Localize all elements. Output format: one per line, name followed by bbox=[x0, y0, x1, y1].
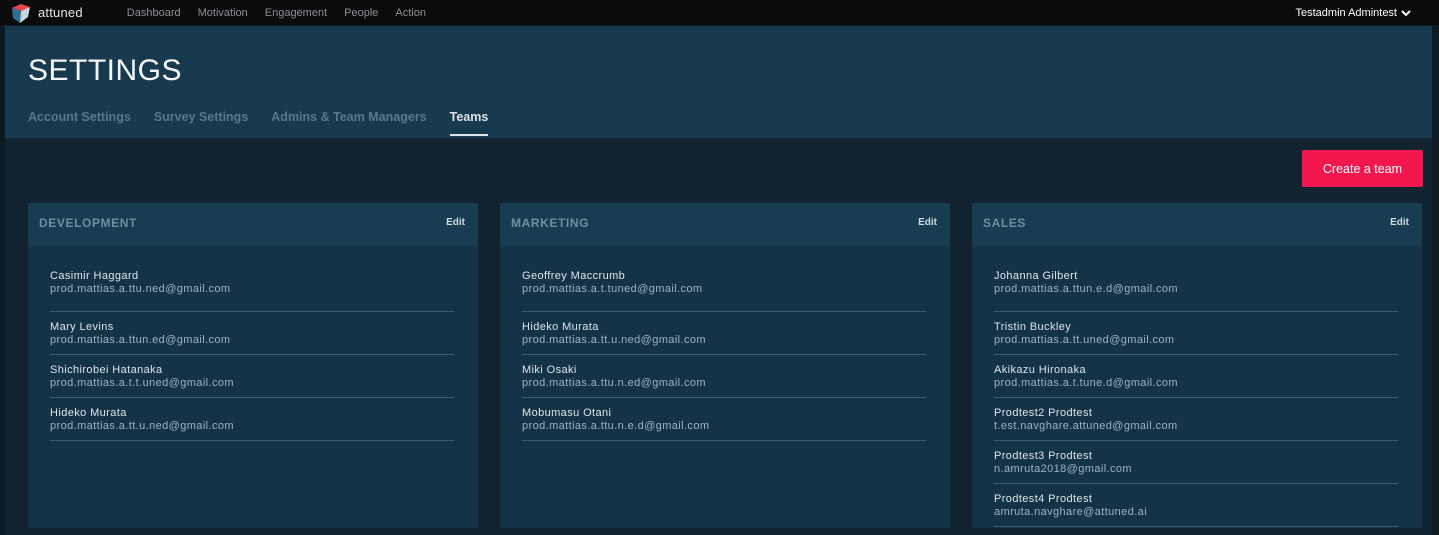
member-item[interactable]: Akikazu Hironaka prod.mattias.a.t.tune.d… bbox=[994, 355, 1398, 398]
team-card-sales: SALES Edit Johanna Gilbert prod.mattias.… bbox=[972, 203, 1422, 528]
edit-team-button[interactable]: Edit bbox=[1390, 217, 1409, 228]
user-name: Testadmin Admintest bbox=[1295, 6, 1398, 19]
team-name: DEVELOPMENT bbox=[39, 216, 137, 230]
member-email: prod.mattias.a.tt.u.ned@gmail.com bbox=[522, 334, 706, 346]
member-list: Casimir Haggard prod.mattias.a.ttu.ned@g… bbox=[50, 269, 454, 441]
member-name: Miki Osaki bbox=[522, 364, 577, 376]
member-name: Mary Levins bbox=[50, 321, 114, 333]
tab-teams[interactable]: Teams bbox=[449, 110, 489, 136]
edit-team-button[interactable]: Edit bbox=[446, 217, 465, 228]
member-name: Hideko Murata bbox=[522, 321, 599, 333]
member-name: Hideko Murata bbox=[50, 407, 127, 419]
member-name: Prodtest2 Prodtest bbox=[994, 407, 1093, 419]
member-item[interactable]: Mary Levins prod.mattias.a.ttun.ed@gmail… bbox=[50, 312, 454, 355]
member-name: Prodtest4 Prodtest bbox=[994, 493, 1093, 505]
member-email: prod.mattias.a.tt.uned@gmail.com bbox=[994, 334, 1175, 346]
logo-text: attuned bbox=[38, 5, 83, 20]
main-nav: Dashboard Motivation Engagement People A… bbox=[127, 7, 443, 19]
member-item[interactable]: Geoffrey Maccrumb prod.mattias.a.t.tuned… bbox=[522, 269, 926, 312]
member-item[interactable]: Prodtest4 Prodtest amruta.navghare@attun… bbox=[994, 484, 1398, 527]
member-email: amruta.navghare@attuned.ai bbox=[994, 506, 1148, 518]
member-email: n.amruta2018@gmail.com bbox=[994, 463, 1132, 475]
logo[interactable]: attuned bbox=[10, 2, 83, 24]
team-card-header: SALES Edit bbox=[972, 203, 1422, 246]
tab-account-settings[interactable]: Account Settings bbox=[28, 110, 131, 136]
team-card-header: DEVELOPMENT Edit bbox=[28, 203, 478, 246]
nav-motivation[interactable]: Motivation bbox=[198, 7, 248, 19]
member-email: prod.mattias.a.t.tuned@gmail.com bbox=[522, 283, 703, 295]
member-name: Mobumasu Otani bbox=[522, 407, 612, 419]
chevron-down-icon bbox=[1401, 9, 1411, 16]
team-card-header: MARKETING Edit bbox=[500, 203, 950, 246]
member-list: Johanna Gilbert prod.mattias.a.ttun.e.d@… bbox=[994, 269, 1398, 527]
member-email: prod.mattias.a.ttun.ed@gmail.com bbox=[50, 334, 231, 346]
team-name: MARKETING bbox=[511, 216, 590, 230]
member-email: prod.mattias.a.ttu.n.e.d@gmail.com bbox=[522, 420, 710, 432]
member-name: Geoffrey Maccrumb bbox=[522, 270, 626, 282]
attuned-logo-icon bbox=[12, 3, 30, 23]
member-item[interactable]: Mobumasu Otani prod.mattias.a.ttu.n.e.d@… bbox=[522, 398, 926, 441]
tab-survey-settings[interactable]: Survey Settings bbox=[154, 110, 248, 136]
settings-header: SETTINGS Account Settings Survey Setting… bbox=[5, 26, 1432, 138]
team-card-development: DEVELOPMENT Edit Casimir Haggard prod.ma… bbox=[28, 203, 478, 528]
member-item[interactable]: Casimir Haggard prod.mattias.a.ttu.ned@g… bbox=[50, 269, 454, 312]
member-name: Akikazu Hironaka bbox=[994, 364, 1086, 376]
create-team-button[interactable]: Create a team bbox=[1302, 150, 1423, 187]
nav-action[interactable]: Action bbox=[395, 7, 426, 19]
member-email: prod.mattias.a.ttun.e.d@gmail.com bbox=[994, 283, 1178, 295]
member-item[interactable]: Tristin Buckley prod.mattias.a.tt.uned@g… bbox=[994, 312, 1398, 355]
member-name: Johanna Gilbert bbox=[994, 270, 1078, 282]
user-menu[interactable]: Testadmin Admintest bbox=[1296, 0, 1412, 25]
edit-team-button[interactable]: Edit bbox=[918, 217, 937, 228]
member-email: prod.mattias.a.t.tune.d@gmail.com bbox=[994, 377, 1178, 389]
member-email: prod.mattias.a.tt.u.ned@gmail.com bbox=[50, 420, 234, 432]
member-item[interactable]: Johanna Gilbert prod.mattias.a.ttun.e.d@… bbox=[994, 269, 1398, 312]
member-name: Prodtest3 Prodtest bbox=[994, 450, 1093, 462]
nav-people[interactable]: People bbox=[344, 7, 378, 19]
tab-admins-team-managers[interactable]: Admins & Team Managers bbox=[271, 110, 426, 136]
team-name: SALES bbox=[983, 216, 1027, 230]
member-item[interactable]: Prodtest2 Prodtest t.est.navghare.attune… bbox=[994, 398, 1398, 441]
member-email: prod.mattias.a.ttu.n.ed@gmail.com bbox=[522, 377, 706, 389]
nav-engagement[interactable]: Engagement bbox=[265, 7, 327, 19]
member-email: t.est.navghare.attuned@gmail.com bbox=[994, 420, 1178, 432]
page-title: SETTINGS bbox=[28, 54, 183, 87]
team-card-marketing: MARKETING Edit Geoffrey Maccrumb prod.ma… bbox=[500, 203, 950, 528]
member-item[interactable]: Miki Osaki prod.mattias.a.ttu.n.ed@gmail… bbox=[522, 355, 926, 398]
member-item[interactable]: Hideko Murata prod.mattias.a.tt.u.ned@gm… bbox=[50, 398, 454, 441]
member-name: Shichirobei Hatanaka bbox=[50, 364, 163, 376]
member-item[interactable]: Hideko Murata prod.mattias.a.tt.u.ned@gm… bbox=[522, 312, 926, 355]
member-email: prod.mattias.a.ttu.ned@gmail.com bbox=[50, 283, 231, 295]
settings-tabs: Account Settings Survey Settings Admins … bbox=[28, 110, 511, 136]
member-item[interactable]: Prodtest3 Prodtest n.amruta2018@gmail.co… bbox=[994, 441, 1398, 484]
nav-dashboard[interactable]: Dashboard bbox=[127, 7, 181, 19]
member-email: prod.mattias.a.t.t.uned@gmail.com bbox=[50, 377, 234, 389]
member-list: Geoffrey Maccrumb prod.mattias.a.t.tuned… bbox=[522, 269, 926, 441]
top-navbar: attuned Dashboard Motivation Engagement … bbox=[0, 0, 1439, 25]
member-item[interactable]: Shichirobei Hatanaka prod.mattias.a.t.t.… bbox=[50, 355, 454, 398]
member-name: Casimir Haggard bbox=[50, 270, 139, 282]
teams-content: Create a team DEVELOPMENT Edit Casimir H… bbox=[5, 138, 1432, 535]
member-name: Tristin Buckley bbox=[994, 321, 1072, 333]
